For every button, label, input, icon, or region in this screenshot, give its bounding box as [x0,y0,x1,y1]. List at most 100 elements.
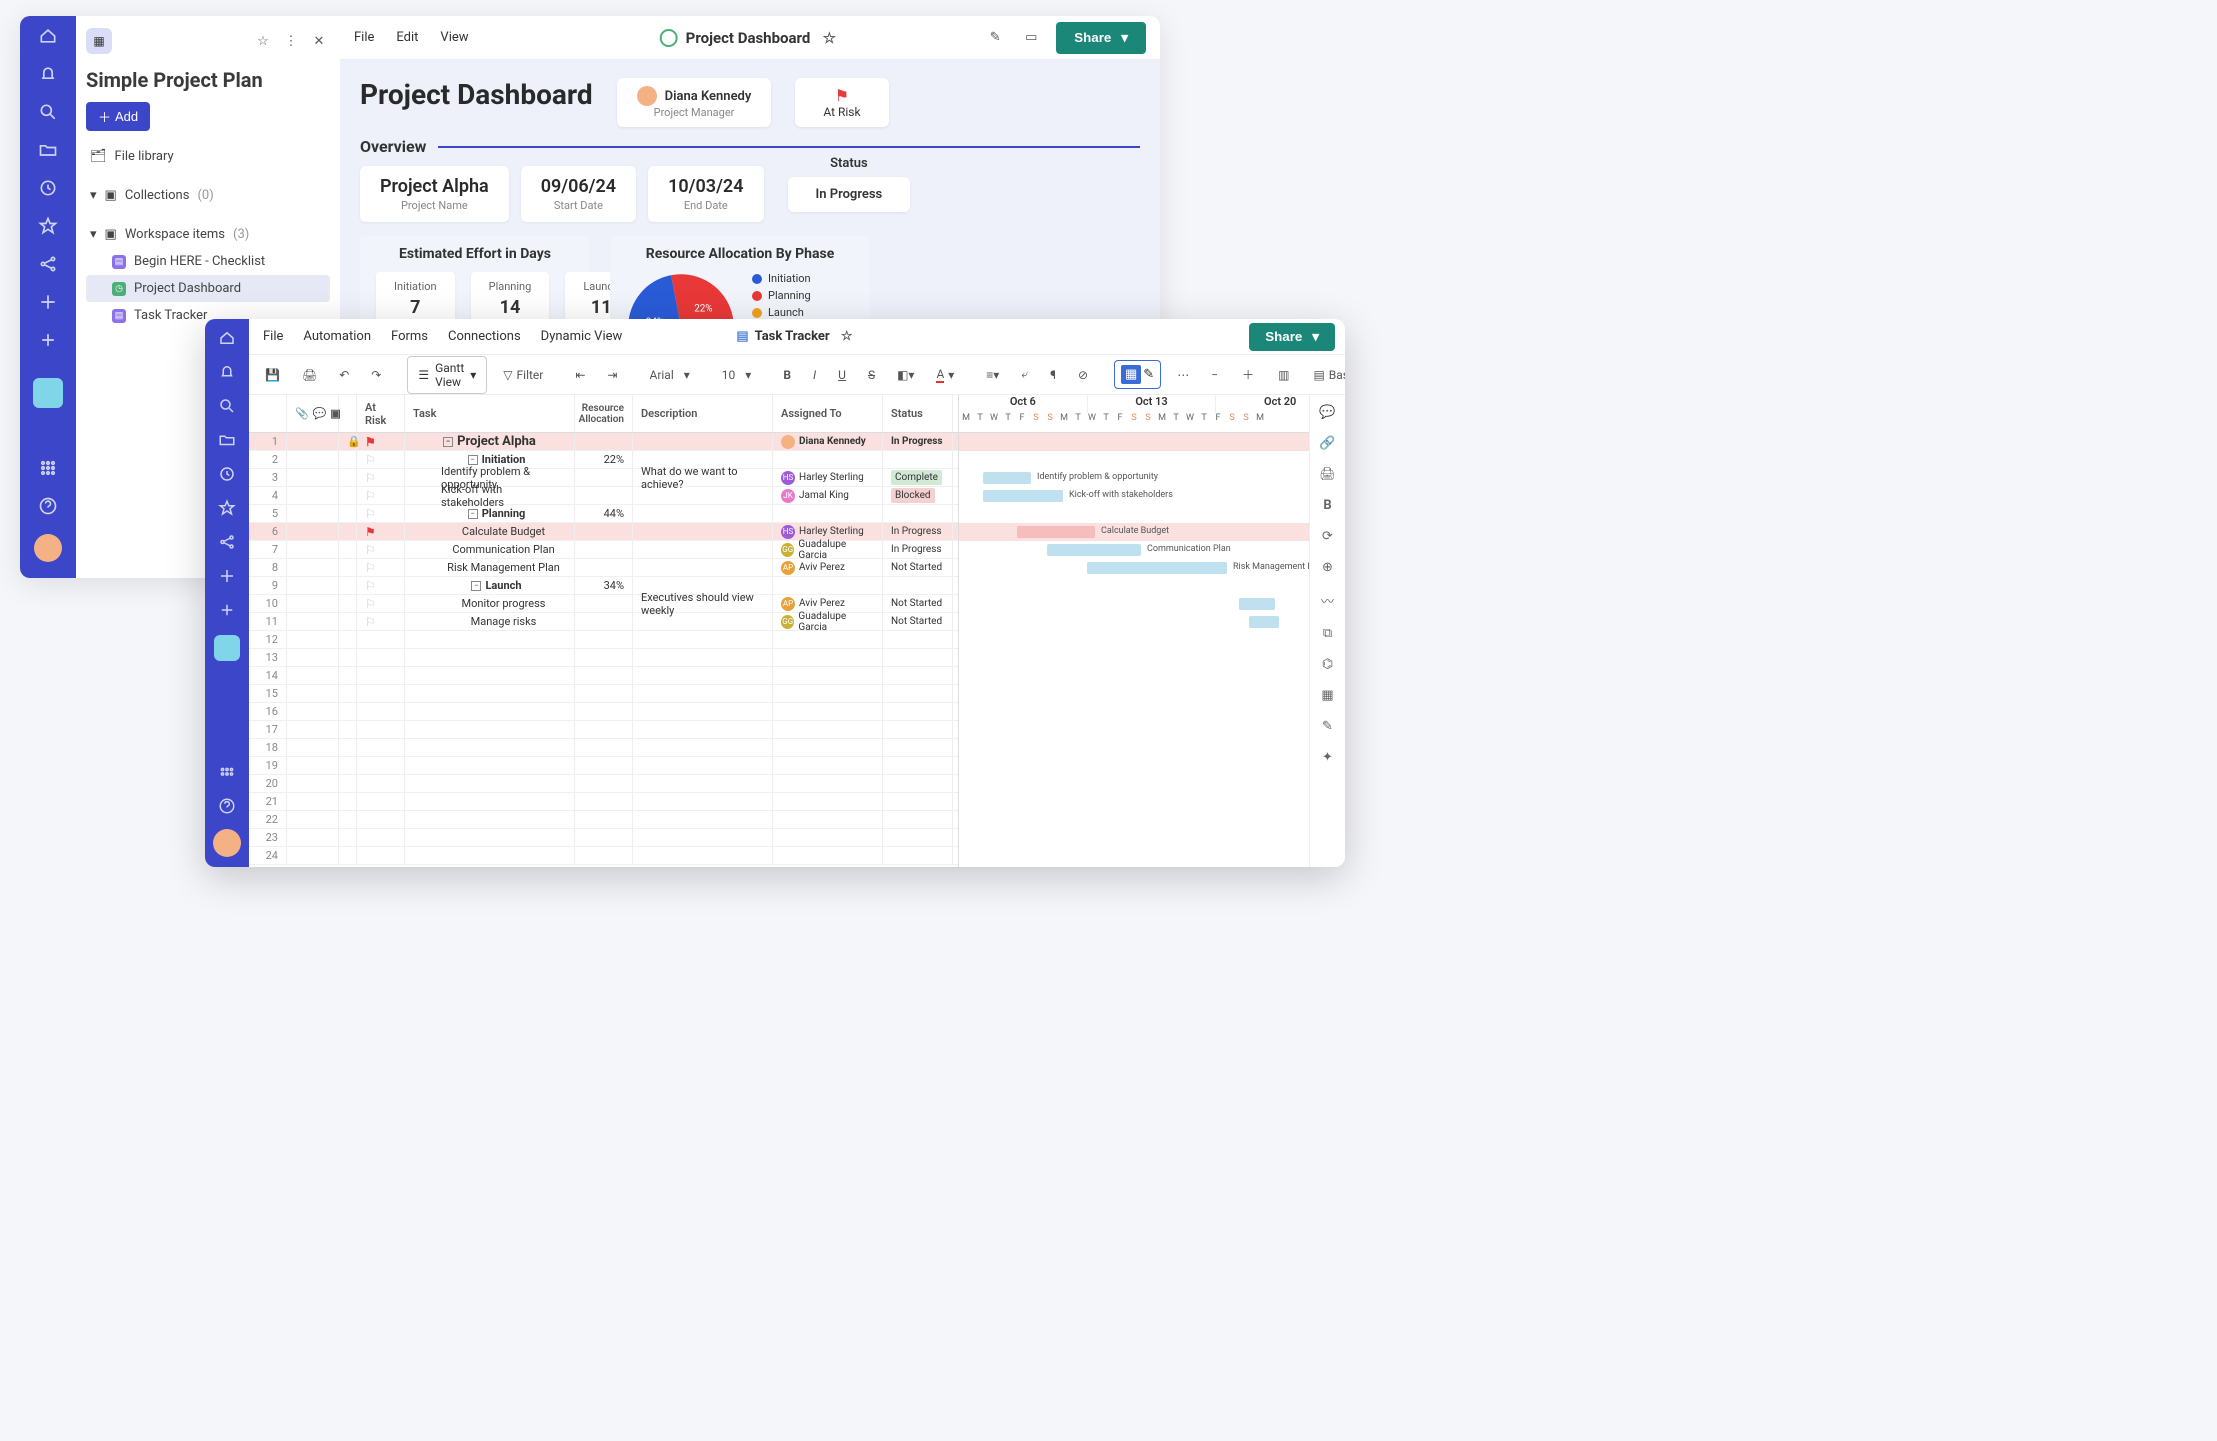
bell-icon[interactable] [218,363,236,381]
save-icon[interactable]: 💾 [259,364,286,386]
redo-icon[interactable]: ↷ [365,364,387,386]
help-icon[interactable] [218,797,236,815]
print-icon[interactable]: 🖨 [1319,467,1336,482]
gantt-bar[interactable] [1239,598,1275,610]
gantt-bar[interactable] [983,490,1063,502]
gantt-row[interactable] [959,721,1345,739]
wrap-icon[interactable]: ⤶ [1015,363,1034,386]
gantt-bar[interactable] [1249,616,1279,628]
favorite-icon[interactable]: ☆ [836,326,858,348]
gantt-row[interactable] [959,631,1345,649]
size-selector[interactable]: 10▾ [716,364,758,386]
gantt-row[interactable] [959,667,1345,685]
folder-icon[interactable] [38,140,58,160]
table-row[interactable]: 2⚐−Initiation22% [249,451,958,469]
table-row[interactable]: 12 [249,631,958,649]
refresh-icon[interactable]: ⟳ [1322,529,1333,544]
present-icon[interactable]: ▭ [1020,27,1042,49]
add-row-icon[interactable]: ⊕ [1322,560,1333,575]
gantt-row[interactable] [959,775,1345,793]
favorite-icon[interactable]: ☆ [818,27,840,49]
gantt-row[interactable] [959,595,1345,613]
table-row[interactable]: 15 [249,685,958,703]
workspace-badge[interactable]: ▦ [86,28,112,54]
workspace-chip[interactable] [33,378,63,408]
attachment-icon[interactable]: 📎 [295,407,309,420]
copy-icon[interactable]: ⧉ [1323,626,1332,641]
gantt-row[interactable] [959,577,1345,595]
table-row[interactable]: 20 [249,775,958,793]
menu-dynamic-view[interactable]: Dynamic View [541,329,623,344]
gantt-row[interactable] [959,757,1345,775]
indent-icon[interactable]: ⇥ [601,364,623,386]
menu-edit[interactable]: Edit [396,30,418,45]
gantt-row[interactable] [959,685,1345,703]
font-selector[interactable]: Arial▾ [643,364,695,386]
gantt-bar[interactable] [1047,544,1141,556]
gantt-row[interactable]: Calculate Budget [959,523,1345,541]
menu-view[interactable]: View [440,30,468,45]
share-button[interactable]: Share▾ [1056,22,1146,54]
strike-icon[interactable]: S [862,364,881,386]
menu-automation[interactable]: Automation [303,329,371,344]
help-icon[interactable] [38,496,58,516]
menu-file[interactable]: File [263,329,283,344]
table-row[interactable]: 11⚐Manage risksGGGuadalupe GarciaNot Sta… [249,613,958,631]
user-avatar[interactable] [34,534,62,562]
gantt-row[interactable] [959,505,1345,523]
star-icon[interactable] [218,499,236,517]
sparkle-icon[interactable] [218,567,236,585]
print-icon[interactable]: 🖨 [296,364,323,386]
gantt-row[interactable] [959,739,1345,757]
gantt-row[interactable] [959,451,1345,469]
add-button[interactable]: ＋Add [86,102,150,131]
gantt-row[interactable]: Risk Management Plan [959,559,1345,577]
menu-forms[interactable]: Forms [391,329,428,344]
sidebar-item-checklist[interactable]: ▤Begin HERE - Checklist [86,248,330,275]
table-row[interactable]: 19 [249,757,958,775]
table-row[interactable]: 1🔒⚑−Project AlphaDiana KennedyIn Progres… [249,433,958,451]
workspace-items-toggle[interactable]: ▾ ▣ Workspace items (3) [86,221,330,248]
collapse-toggle[interactable]: − [468,509,478,519]
more-icon[interactable]: ⋯ [1171,364,1195,386]
workspace-chip[interactable] [214,635,240,661]
org-icon[interactable]: ⌬ [1322,657,1333,672]
undo-icon[interactable]: ↶ [333,364,355,386]
gantt-row[interactable] [959,847,1345,865]
ai-icon[interactable]: ✦ [1322,750,1333,765]
menu-file[interactable]: File [354,30,374,45]
table-row[interactable]: 22 [249,811,958,829]
table-row[interactable]: 21 [249,793,958,811]
gantt-bar[interactable] [1017,526,1095,538]
table-row[interactable]: 7⚐Communication PlanGGGuadalupe GarciaIn… [249,541,958,559]
search-icon[interactable] [218,397,236,415]
gantt-row[interactable] [959,811,1345,829]
bold-panel-icon[interactable]: B [1323,498,1331,513]
chart-icon[interactable]: ▦ [1321,688,1333,703]
gantt-bar[interactable] [1087,562,1227,574]
gantt-row[interactable] [959,703,1345,721]
gantt-row[interactable] [959,649,1345,667]
fill-color-icon[interactable]: ◧▾ [891,364,920,386]
comment-icon[interactable]: 💬 [313,407,327,420]
close-icon[interactable]: ✕ [308,30,330,52]
table-row[interactable]: 13 [249,649,958,667]
collapse-toggle[interactable]: − [443,437,453,447]
table-row[interactable]: 23 [249,829,958,847]
gantt-row[interactable] [959,613,1345,631]
add-icon[interactable] [38,330,58,350]
view-selector[interactable]: ☰Gantt View▾ [407,356,487,394]
star-icon[interactable] [38,216,58,236]
gantt-row[interactable]: Kick-off with stakeholders [959,487,1345,505]
clock-icon[interactable] [38,178,58,198]
zoom-out-icon[interactable]: − [1205,364,1224,386]
add-icon[interactable] [218,601,236,619]
gantt-row[interactable]: Identify problem & opportunity [959,469,1345,487]
table-row[interactable]: 3⚐Identify problem & opportunityWhat do … [249,469,958,487]
gantt-bar[interactable] [983,472,1031,484]
share-button[interactable]: Share▾ [1249,323,1335,351]
user-avatar[interactable] [213,829,241,857]
gantt-row[interactable]: Communication Plan [959,541,1345,559]
baselines-button[interactable]: ▤ Baselines [1307,364,1345,386]
attachments-icon[interactable]: 🔗 [1319,436,1335,451]
